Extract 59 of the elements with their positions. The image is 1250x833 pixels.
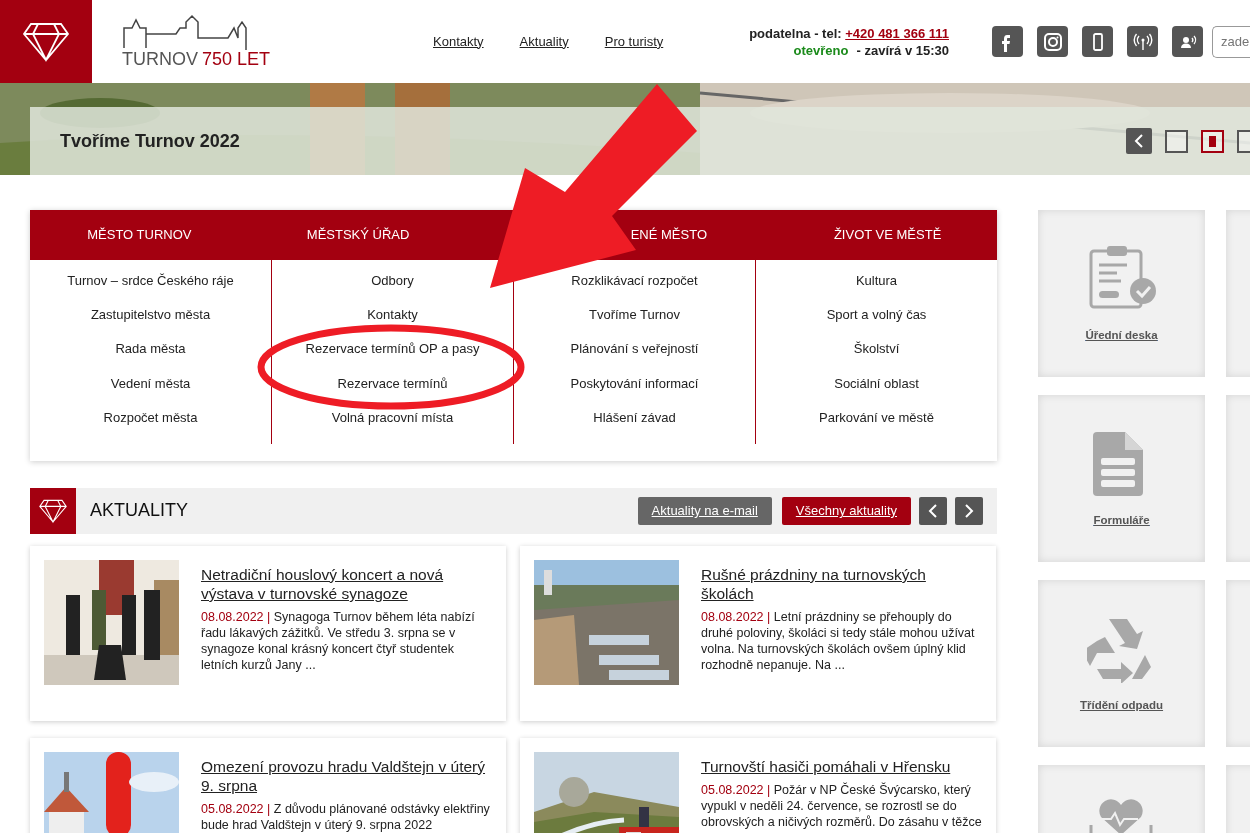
chevron-left-icon [927,503,939,518]
menu-heading: ENÉ MĚSTO [629,226,709,245]
menu-link[interactable]: Turnov – srdce Českého ráje [67,273,234,308]
menu-link[interactable]: Rozpočet města [103,409,198,444]
menu-link[interactable]: Poskytování informací [570,375,699,410]
chevron-right-icon [963,503,975,518]
contact-label: podatelna - tel: [749,25,843,41]
diamond-icon [38,497,68,524]
menu-link[interactable]: Zastupitelstvo města [90,307,211,342]
menu-link[interactable]: Tvoříme Turnov [589,307,680,342]
next-button[interactable] [955,496,983,525]
section-title: AKTUALITY [90,499,189,523]
nav-link[interactable]: Aktuality [519,31,569,52]
instagram-icon[interactable] [1041,30,1064,53]
menu-link[interactable]: Parkování ve městě [819,409,934,444]
menu-link[interactable]: Školství [853,341,900,376]
menu-link[interactable]: Rada města [115,341,186,376]
tile-label[interactable]: Úřední deska [1085,326,1158,345]
news-title[interactable]: Omezení provozu hradu Valdštejn v úterý 9. srpna [201,756,492,795]
search-field[interactable]: zade [1212,25,1250,58]
menu-link[interactable]: Rezervace termínů [337,375,448,410]
menu-link[interactable]: Kontakty [367,307,418,342]
news-summary: 05.08.2022 | Z důvodu plánované odstávky elektřiny bude hrad Valdštejn v úterý 9. srpna 2022 [201,800,491,833]
previous-button[interactable] [919,496,947,525]
open-status: otevřeno [793,42,849,58]
menu-link[interactable]: Hlášení závad [593,409,676,444]
slide-indicator[interactable] [1165,129,1188,153]
nav-link[interactable]: Kontakty [433,31,484,52]
news-button[interactable]: Všechny aktuality [781,496,911,525]
menu-link[interactable]: Odbory [371,273,414,308]
news-summary: 05.08.2022 | Požár v NP České Švýcarsko, který vypukl v neděli 24. července, se rozrostl se do obrovských a ničivých rozměrů. Do zásahu v těžce [701,781,982,830]
menu-link[interactable]: Rozklikávací rozpočet [571,273,698,308]
menu-link[interactable]: Sport a volný čas [826,307,927,342]
news-title[interactable]: Rušné prázdniny na turnovských školách [701,564,982,603]
slide-indicator[interactable] [1201,129,1224,153]
chevron-left-icon [1133,134,1145,148]
phone-link[interactable]: +420 481 366 111 [845,25,949,41]
logo-text: TURNOV [122,47,198,70]
menu-link[interactable]: Vedení města [110,375,191,410]
menu-link[interactable]: Volná pracovní místa [331,409,454,444]
previous-button[interactable] [1126,128,1152,154]
logo-text: 750 LET [202,47,271,70]
news-title[interactable]: Turnovští hasiči pomáhali v Hřensku [701,756,951,776]
news-summary: 08.08.2022 | Synagoga Turnov během léta nabízí řadu lákavých zážitků. Ve středu 3. srpna se v synagoze konal krásný koncert čtyř studentek letních kurzů Jany ... [201,608,476,673]
menu-link[interactable]: Plánování s veřejností [570,341,699,376]
menu-heading: ŽIVOT VE MĚSTĚ [832,226,943,245]
menu-link[interactable]: Kultura [855,273,898,308]
nav-link[interactable]: Pro turisty [604,31,664,52]
closing-hours: - zavírá v 15:30 [856,42,949,58]
news-summary: 08.08.2022 | Letní prázdniny se přehouply do druhé poloviny, školáci si tedy stále mohou užívat volna. Na turnovských školách ovšem úplný klid rozhodně nepanuje. Na ... [701,608,976,673]
tile-label[interactable]: Třídění odpadu [1079,696,1164,715]
menu-link[interactable]: Sociální oblast [834,375,919,410]
menu-link[interactable]: Rezervace termínů OP a pasy [305,341,480,376]
news-title[interactable]: Netradiční houslový koncert a nová výstava v turnovské synagoze [201,564,492,603]
menu-heading: MĚSTSKÝ ÚŘAD [305,226,411,245]
menu-heading: MĚSTO TURNOV [86,226,193,245]
banner-title: Tvoříme Turnov 2022 [60,129,240,153]
news-button[interactable]: Aktuality na e-mail [637,496,772,525]
tile-label[interactable]: Formuláře [1093,511,1150,530]
